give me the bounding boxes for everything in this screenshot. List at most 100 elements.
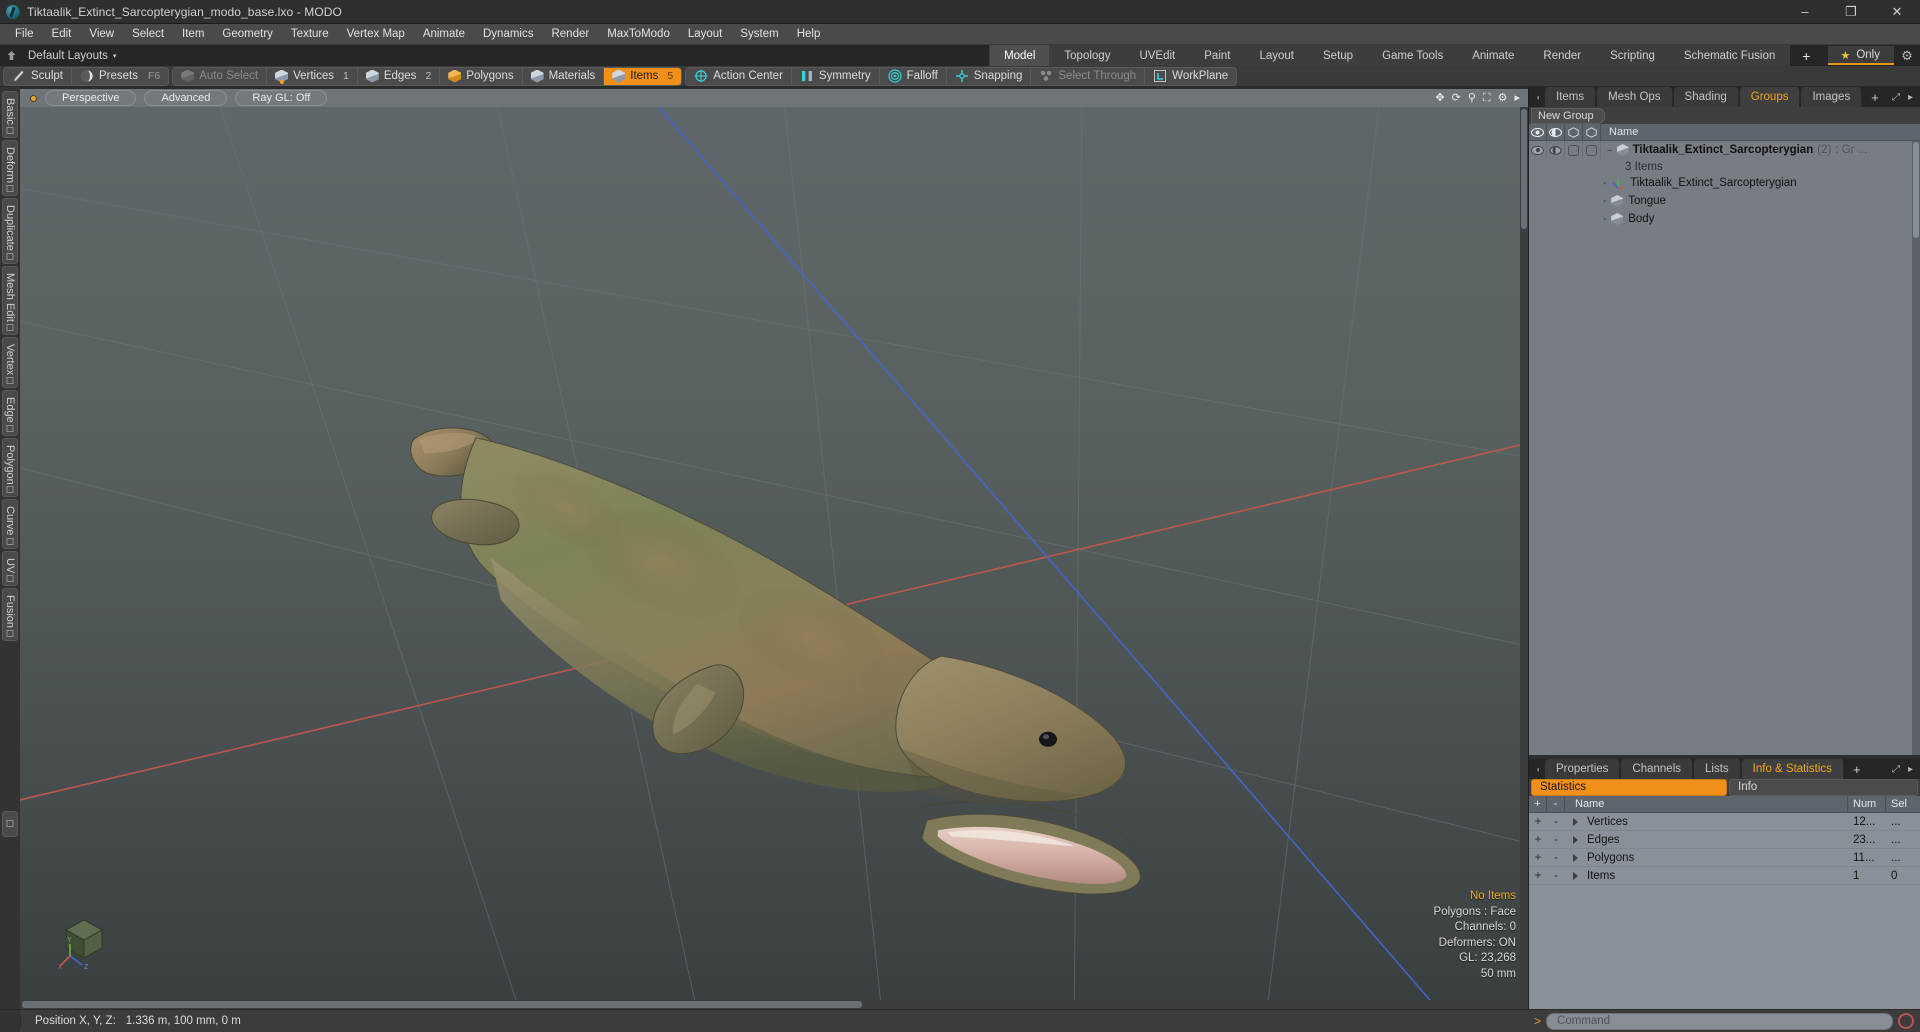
sidebar-item-mesh-edit[interactable]: Mesh Edit bbox=[2, 265, 18, 335]
new-group-button[interactable]: New Group bbox=[1531, 107, 1605, 124]
chevron-right-icon[interactable]: ▸ bbox=[1908, 92, 1913, 103]
eye-icon[interactable] bbox=[1529, 124, 1547, 140]
table-row[interactable]: + - Edges 23... ... bbox=[1529, 831, 1920, 849]
layout-tab-model[interactable]: Model bbox=[989, 45, 1050, 66]
tab-lists[interactable]: Lists bbox=[1694, 759, 1741, 779]
minimize-button[interactable]: – bbox=[1782, 0, 1828, 23]
menu-dynamics[interactable]: Dynamics bbox=[474, 25, 542, 44]
3d-viewport[interactable]: No Items Polygons : Face Channels: 0 Def… bbox=[20, 107, 1528, 1000]
wire-cube-icon[interactable] bbox=[1565, 124, 1583, 140]
fit-icon[interactable]: ⛶ bbox=[1483, 92, 1491, 104]
menu-view[interactable]: View bbox=[80, 25, 123, 44]
wire-cube-icon-2[interactable] bbox=[1583, 124, 1601, 140]
row-name-cell[interactable]: Edges bbox=[1565, 831, 1848, 848]
row-add-button[interactable]: + bbox=[1529, 831, 1547, 848]
gear-icon[interactable]: ⚙ bbox=[1894, 48, 1920, 64]
row-name-cell[interactable]: Polygons bbox=[1565, 849, 1848, 866]
presets-button[interactable]: Presets F6 bbox=[71, 67, 169, 85]
workplane-button[interactable]: WorkPlane bbox=[1145, 67, 1237, 85]
menu-animate[interactable]: Animate bbox=[414, 25, 474, 44]
sidebar-item-duplicate[interactable]: Duplicate bbox=[2, 197, 18, 264]
command-input[interactable] bbox=[1546, 1012, 1893, 1030]
tiktaalik-3d-model[interactable] bbox=[20, 107, 1528, 999]
menu-select[interactable]: Select bbox=[123, 25, 173, 44]
polygons-button[interactable]: Polygons bbox=[440, 67, 523, 85]
tab-groups[interactable]: Groups bbox=[1739, 87, 1801, 107]
viewport-vertical-scrollbar[interactable] bbox=[1520, 107, 1528, 1000]
falloff-button[interactable]: Falloff bbox=[879, 67, 947, 85]
layout-tab-game-tools[interactable]: Game Tools bbox=[1367, 45, 1458, 66]
layout-tab-scripting[interactable]: Scripting bbox=[1595, 45, 1669, 66]
vertices-button[interactable]: Vertices 1 bbox=[267, 67, 358, 85]
add-layout-tab-button[interactable]: + bbox=[1789, 45, 1823, 66]
row-name-cell[interactable]: Vertices bbox=[1565, 813, 1848, 830]
row-add-button[interactable]: + bbox=[1529, 867, 1547, 884]
tab-shading[interactable]: Shading bbox=[1673, 87, 1739, 107]
select-through-button[interactable]: Select Through bbox=[1031, 67, 1146, 85]
menu-vertex-map[interactable]: Vertex Map bbox=[338, 25, 414, 44]
tab-properties[interactable]: Properties bbox=[1545, 759, 1621, 779]
chevron-right-icon[interactable] bbox=[1573, 835, 1578, 844]
tree-group-name-cell[interactable]: – Tiktaalik_Extinct_Sarcopterygian (2) :… bbox=[1601, 141, 1920, 159]
axis-orientation-widget[interactable]: X Y Z bbox=[58, 908, 114, 970]
group-tree[interactable]: – Tiktaalik_Extinct_Sarcopterygian (2) :… bbox=[1529, 141, 1920, 755]
tree-expander[interactable]: – bbox=[1607, 145, 1613, 156]
row-add-button[interactable]: + bbox=[1529, 813, 1547, 830]
tab-images[interactable]: Images bbox=[1801, 87, 1863, 107]
row-remove-button[interactable]: - bbox=[1547, 813, 1565, 830]
row-select-toggle[interactable] bbox=[1565, 141, 1583, 159]
chevron-right-icon[interactable]: ▸ bbox=[1514, 92, 1520, 104]
items-button[interactable]: Items 5 bbox=[604, 67, 682, 85]
chevron-right-icon[interactable]: ▸ bbox=[1908, 764, 1913, 775]
panel-menu-dot-icon-2[interactable]: ◖ bbox=[1531, 759, 1545, 779]
row-render-toggle[interactable] bbox=[1547, 141, 1565, 159]
tab-info-statistics[interactable]: Info & Statistics bbox=[1741, 759, 1844, 779]
move-icon[interactable]: ✥ bbox=[1435, 92, 1444, 104]
row-name-cell[interactable]: Items bbox=[1565, 867, 1848, 884]
layout-tab-topology[interactable]: Topology bbox=[1049, 45, 1125, 66]
menu-item[interactable]: Item bbox=[173, 25, 213, 44]
table-row[interactable]: + - Vertices 12... ... bbox=[1529, 813, 1920, 831]
rotate-icon[interactable]: ⟳ bbox=[1452, 92, 1461, 104]
row-eye-toggle[interactable] bbox=[1529, 141, 1547, 159]
maximize-button[interactable]: ❐ bbox=[1828, 0, 1874, 23]
viewport-raygl-button[interactable]: Ray GL: Off bbox=[235, 90, 328, 106]
layout-tab-layout[interactable]: Layout bbox=[1244, 45, 1308, 66]
expand-icon[interactable]: ⤢ bbox=[1892, 92, 1900, 103]
menu-system[interactable]: System bbox=[731, 25, 787, 44]
sidebar-item-uv[interactable]: UV bbox=[2, 550, 18, 587]
sidebar-item-polygon[interactable]: Polygon bbox=[2, 437, 18, 498]
row-remove-button[interactable]: - bbox=[1547, 849, 1565, 866]
panel-menu-dot-icon[interactable]: ◖ bbox=[1531, 87, 1545, 107]
symmetry-button[interactable]: Symmetry bbox=[791, 67, 880, 85]
settings-icon[interactable]: ⚙ bbox=[1498, 92, 1508, 104]
layout-tab-paint[interactable]: Paint bbox=[1189, 45, 1245, 66]
materials-button[interactable]: Materials bbox=[522, 67, 605, 85]
tree-row-child-tongue[interactable]: ▪ Tongue bbox=[1529, 192, 1920, 210]
expand-icon[interactable]: ⤢ bbox=[1892, 764, 1900, 775]
layout-tab-setup[interactable]: Setup bbox=[1308, 45, 1368, 66]
auto-select-button[interactable]: Auto Select bbox=[173, 67, 268, 85]
table-row[interactable]: + - Polygons 11... ... bbox=[1529, 849, 1920, 867]
default-layouts-dropdown[interactable]: Default Layouts ▾ bbox=[22, 45, 122, 66]
record-icon[interactable] bbox=[1898, 1013, 1914, 1029]
tree-row-group[interactable]: – Tiktaalik_Extinct_Sarcopterygian (2) :… bbox=[1529, 141, 1920, 159]
menu-texture[interactable]: Texture bbox=[282, 25, 338, 44]
edges-button[interactable]: Edges 2 bbox=[357, 67, 441, 85]
sidebar-item-deform[interactable]: Deform bbox=[2, 139, 18, 196]
sidebar-item-extra[interactable] bbox=[2, 811, 18, 837]
home-arrow-icon[interactable] bbox=[0, 45, 22, 66]
table-row[interactable]: + - Items 1 0 bbox=[1529, 867, 1920, 885]
row-lock-toggle[interactable] bbox=[1583, 141, 1601, 159]
menu-layout[interactable]: Layout bbox=[679, 25, 732, 44]
tree-row-child-locator[interactable]: ▪ Tiktaalik_Extinct_Sarcopterygian bbox=[1529, 174, 1920, 192]
segment-info[interactable]: Info bbox=[1729, 779, 1918, 796]
layout-tab-animate[interactable]: Animate bbox=[1457, 45, 1529, 66]
action-center-button[interactable]: Action Center bbox=[686, 67, 792, 85]
group-tree-scrollbar[interactable] bbox=[1912, 141, 1920, 755]
viewport-shading-button[interactable]: Advanced bbox=[144, 90, 228, 106]
row-remove-button[interactable]: - bbox=[1547, 867, 1565, 884]
close-button[interactable]: ✕ bbox=[1874, 0, 1920, 23]
chevron-right-icon[interactable] bbox=[1573, 853, 1578, 862]
menu-edit[interactable]: Edit bbox=[43, 25, 81, 44]
